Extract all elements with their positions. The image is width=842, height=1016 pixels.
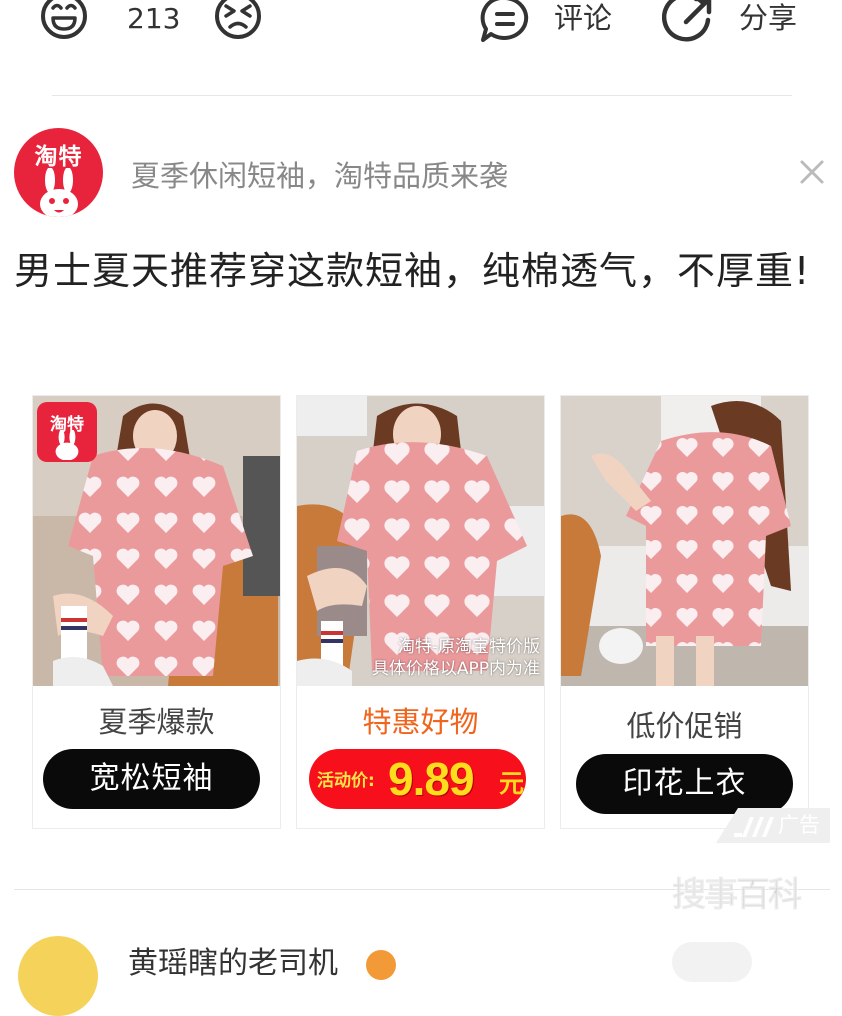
laugh-icon[interactable] [38, 0, 90, 44]
card-title: 夏季爆款 [98, 705, 215, 739]
comment-label[interactable]: 评论 [554, 0, 612, 36]
angry-icon[interactable] [212, 0, 264, 44]
avatar-brand-text: 淘特 [34, 144, 83, 170]
product-image: 淘特 [33, 396, 280, 686]
price-label: 活动价: [317, 771, 375, 791]
card-button[interactable]: 宽松短袖 [43, 749, 260, 809]
product-card[interactable]: 淘特 夏季爆款 宽松短袖 [33, 396, 280, 828]
divider [52, 95, 792, 96]
price-tag[interactable]: 活动价: 9.89 元 [309, 749, 526, 809]
site-watermark-logo: 搜事百科 [672, 866, 812, 945]
price-disclaimer: 淘特-原淘宝特价版 具体价格以APP内为准 [372, 636, 540, 680]
disclaimer-line-1: 淘特-原淘宝特价版 [397, 637, 540, 657]
reaction-bar: 213 评论 分享 [0, 0, 842, 50]
price-unit: 元 [499, 769, 525, 798]
ad-tag-label: 广告 [778, 813, 820, 837]
price-value: 9.89 [388, 753, 475, 805]
author-name[interactable]: 黄瑶瞎的老司机 [128, 938, 338, 982]
disclaimer-line-2: 具体价格以APP内为准 [371, 659, 540, 679]
card-button[interactable]: 印花上衣 [576, 754, 793, 814]
card-title: 低价促销 [626, 709, 743, 743]
verified-badge-icon [366, 950, 396, 980]
product-card[interactable]: 淘特-原淘宝特价版 具体价格以APP内为准 特惠好物 活动价: 9.89 元 [297, 396, 544, 828]
brand-badge: 淘特 [37, 402, 97, 462]
ad-headline[interactable]: 男士夏天推荐穿这款短袖，纯棉透气，不厚重! [14, 237, 830, 306]
sponsor-text[interactable]: 夏季休闲短袖，淘特品质来袭 [131, 157, 508, 195]
author-avatar[interactable] [18, 936, 98, 1016]
close-icon[interactable] [798, 158, 826, 186]
advertiser-avatar[interactable]: 淘特 [14, 128, 103, 217]
bunny-icon [55, 430, 79, 460]
share-label[interactable]: 分享 [739, 0, 797, 36]
like-count: 213 [127, 2, 181, 35]
share-icon[interactable] [662, 0, 718, 46]
comment-icon[interactable] [478, 0, 532, 46]
product-image [561, 396, 808, 686]
bunny-icon [40, 168, 78, 217]
ad-tag-icon [734, 817, 774, 837]
card-title: 特惠好物 [362, 705, 479, 739]
product-card[interactable]: 低价促销 印花上衣 [561, 396, 808, 828]
svg-text:搜事百科: 搜事百科 [672, 875, 802, 915]
product-image: 淘特-原淘宝特价版 具体价格以APP内为准 [297, 396, 544, 686]
follow-button[interactable] [672, 942, 752, 982]
